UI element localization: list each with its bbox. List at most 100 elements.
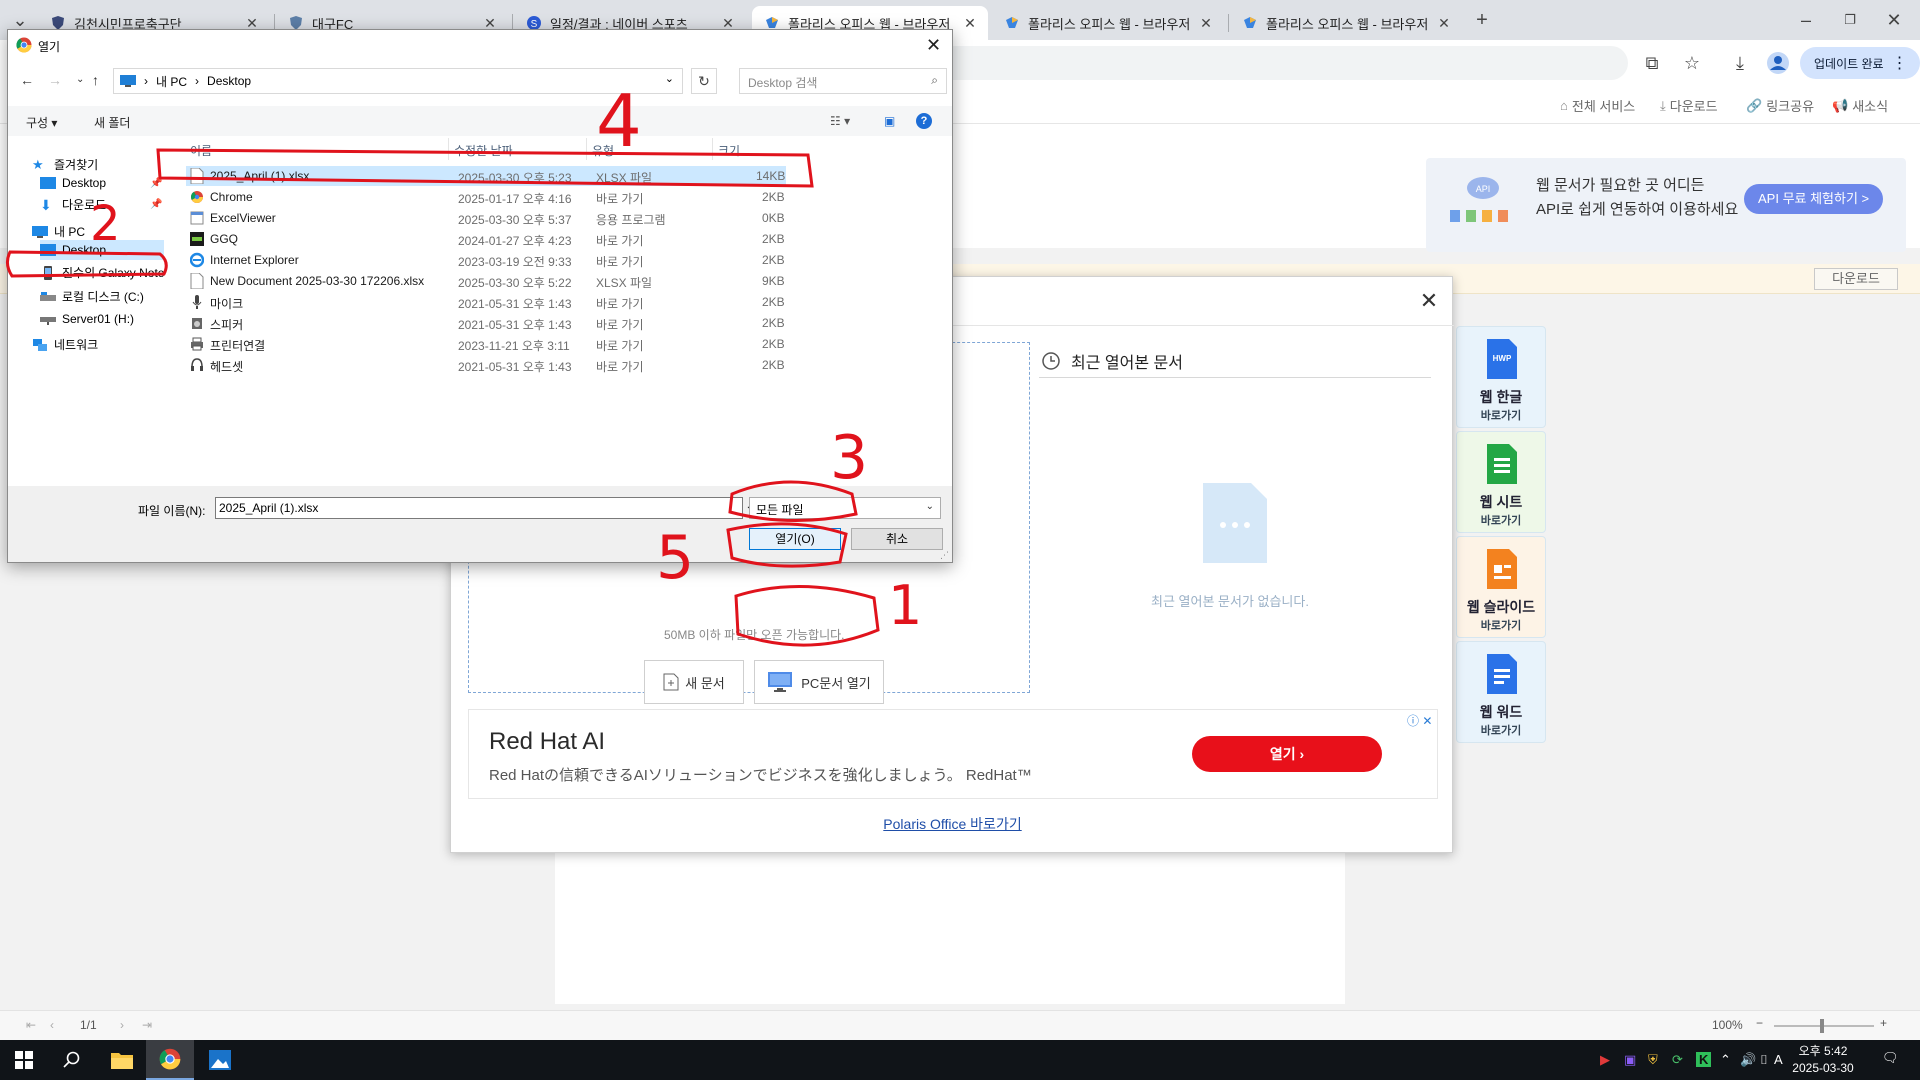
polaris-office-link[interactable]: Polaris Office 바로가기 xyxy=(451,814,1454,834)
nav-local-disk-c[interactable]: 로컬 디스크 (C:) xyxy=(40,288,144,305)
folder-search-input[interactable]: Desktop 검색 ⌕ xyxy=(739,68,947,94)
column-name[interactable]: 이름 xyxy=(190,142,212,159)
organize-button[interactable]: 구성 ▾ xyxy=(26,114,57,131)
app-card-web-slide[interactable]: 웹 슬라이드 바로가기 xyxy=(1456,536,1546,638)
nav-desktop-quick[interactable]: Desktop 📌 xyxy=(40,176,162,190)
tray-app-icon[interactable]: ▣ xyxy=(1624,1052,1636,1068)
breadcrumb-desktop[interactable]: Desktop xyxy=(207,74,251,88)
preview-pane-icon[interactable]: ▣ xyxy=(884,114,895,128)
file-row-internet-explorer[interactable]: Internet Explorer 2023-03-19 오전 9:33 바로 … xyxy=(186,250,786,270)
file-row-ggq[interactable]: GGQ 2024-01-27 오후 4:23 바로 가기 2KB xyxy=(186,229,786,249)
tray-k-icon[interactable]: K xyxy=(1696,1052,1712,1067)
column-separator[interactable] xyxy=(586,138,587,160)
open-pc-document-button[interactable]: PC문서 열기 xyxy=(754,660,884,704)
app-card-web-sheet[interactable]: 웹 시트 바로가기 xyxy=(1456,431,1546,533)
zoom-slider-thumb[interactable] xyxy=(1820,1019,1824,1033)
cancel-button[interactable]: 취소 xyxy=(851,528,943,550)
update-complete-button[interactable]: 업데이트 완료 ⋮ xyxy=(1800,47,1920,79)
ime-indicator[interactable]: A xyxy=(1774,1052,1783,1067)
new-tab-plus-icon[interactable]: + xyxy=(1470,8,1494,32)
volume-icon[interactable]: 🔊 xyxy=(1740,1052,1756,1068)
notification-icon[interactable]: 🗨 xyxy=(1882,1050,1899,1066)
column-type[interactable]: 유형 xyxy=(592,142,614,159)
next-page-icon[interactable]: › xyxy=(120,1018,124,1032)
nav-desktop-selected[interactable]: Desktop xyxy=(40,240,164,260)
file-type-select[interactable]: 모든 파일 ⌄ xyxy=(749,497,941,519)
column-separator[interactable] xyxy=(712,138,713,160)
modal-close-icon[interactable]: ✕ xyxy=(1419,290,1439,312)
install-app-icon[interactable]: ⧉ xyxy=(1640,51,1664,75)
photos-taskbar-button[interactable] xyxy=(196,1040,244,1080)
file-row-chrome[interactable]: Chrome 2025-01-17 오후 4:16 바로 가기 2KB xyxy=(186,187,786,207)
ad-open-button[interactable]: 열기 › xyxy=(1192,736,1382,772)
dialog-close-icon[interactable]: ✕ xyxy=(926,35,941,56)
tray-chevron-icon[interactable]: ⌃ xyxy=(1720,1052,1731,1068)
first-page-icon[interactable]: ⇤ xyxy=(26,1018,36,1032)
view-options-icon[interactable]: ☷ ▾ xyxy=(830,114,850,128)
tab-5[interactable]: 폴라리스 오피스 웹 - 브라우저 ✕ xyxy=(992,6,1224,40)
column-date-modified[interactable]: 수정한 날짜 xyxy=(454,142,513,159)
tray-shield-icon[interactable]: ⛨ xyxy=(1648,1052,1658,1068)
app-card-web-hangul[interactable]: HWP 웹 한글 바로가기 xyxy=(1456,326,1546,428)
link-share-link[interactable]: 🔗 링크공유 xyxy=(1746,96,1814,115)
nav-downloads[interactable]: ⬇ 다운로드 📌 xyxy=(40,196,162,213)
download-button[interactable]: 다운로드 xyxy=(1814,268,1898,290)
resize-grip-icon[interactable]: ⋰ xyxy=(940,550,949,561)
nav-server01-h[interactable]: Server01 (H:) xyxy=(40,312,134,326)
new-document-button[interactable]: 새 문서 xyxy=(644,660,744,704)
forward-arrow-icon[interactable]: → xyxy=(48,72,62,88)
zoom-slider[interactable] xyxy=(1774,1025,1874,1027)
file-row-excelviewer[interactable]: ExcelViewer 2025-03-30 오후 5:37 응용 프로그램 0… xyxy=(186,208,786,228)
tab-close-icon[interactable]: ✕ xyxy=(1436,15,1452,31)
nav-galaxy-note[interactable]: 진수의 Galaxy Note xyxy=(40,264,164,281)
tray-red-app-icon[interactable]: ▶ xyxy=(1600,1052,1610,1068)
api-free-trial-button[interactable]: API 무료 체험하기 > xyxy=(1744,184,1884,214)
column-separator[interactable] xyxy=(448,138,449,160)
tray-sync-icon[interactable]: ⟳ xyxy=(1672,1052,1683,1068)
new-folder-button[interactable]: 새 폴더 xyxy=(94,114,130,131)
restore-icon[interactable]: ❐ xyxy=(1838,8,1862,32)
clock[interactable]: 오후 5:42 2025-03-30 xyxy=(1788,1043,1858,1077)
tab-close-icon[interactable]: ✕ xyxy=(962,15,978,31)
help-icon[interactable]: ? xyxy=(916,113,932,129)
prev-page-icon[interactable]: ‹ xyxy=(50,1018,54,1032)
file-explorer-button[interactable] xyxy=(98,1040,146,1080)
filename-input[interactable]: 2025_April (1).xlsx ⌄ xyxy=(215,497,754,519)
breadcrumb-my-pc[interactable]: 내 PC xyxy=(156,73,187,90)
news-link[interactable]: 📢 새소식 xyxy=(1832,96,1888,115)
up-arrow-icon[interactable]: ↑ xyxy=(92,72,99,88)
chrome-taskbar-button[interactable] xyxy=(146,1040,194,1080)
bookmark-star-icon[interactable]: ☆ xyxy=(1680,51,1704,75)
zoom-in-icon[interactable]: + xyxy=(1880,1016,1887,1030)
address-dropdown-icon[interactable]: ⌄ xyxy=(665,72,674,85)
address-path[interactable]: › 내 PC › Desktop ⌄ xyxy=(113,68,683,94)
search-button[interactable] xyxy=(48,1040,96,1080)
minimize-icon[interactable]: – xyxy=(1794,8,1818,32)
column-size[interactable]: 크기 xyxy=(718,142,740,159)
file-row-microphone[interactable]: 마이크 2021-05-31 오후 1:43 바로 가기 2KB xyxy=(186,292,786,312)
api-banner[interactable]: API 웹 문서가 필요한 곳 어디든 API로 쉽게 연동하여 이용하세요 A… xyxy=(1426,158,1906,252)
downloads-icon[interactable]: ⤓ xyxy=(1728,51,1752,75)
profile-icon[interactable] xyxy=(1766,51,1790,75)
app-card-web-word[interactable]: 웹 워드 바로가기 xyxy=(1456,641,1546,743)
open-button[interactable]: 열기(O) xyxy=(749,528,841,550)
all-services-link[interactable]: ⌂ 전체 서비스 xyxy=(1560,96,1635,115)
file-row-new-document[interactable]: New Document 2025-03-30 172206.xlsx 2025… xyxy=(186,271,786,291)
back-arrow-icon[interactable]: ← xyxy=(20,72,34,88)
recent-locations-chevron-icon[interactable]: ⌄ xyxy=(76,74,84,85)
zoom-out-icon[interactable]: − xyxy=(1756,1016,1763,1030)
nav-quick-access[interactable]: ★ 즐겨찾기 xyxy=(32,156,98,173)
file-row-printer[interactable]: 프린터연결 2023-11-21 오후 3:11 바로 가기 2KB xyxy=(186,334,786,354)
advertisement-box[interactable]: ⓘ ✕ Red Hat AI Red Hatの信頼できるAIソリューションでビジ… xyxy=(468,709,1438,799)
file-row-2025-april[interactable]: 2025_April (1).xlsx 2025-03-30 오후 5:23 X… xyxy=(186,166,786,186)
download-link[interactable]: ⤓ 다운로드 xyxy=(1660,96,1718,115)
ad-info-close[interactable]: ⓘ ✕ xyxy=(1407,712,1432,729)
start-button[interactable] xyxy=(0,1040,48,1080)
last-page-icon[interactable]: ⇥ xyxy=(142,1018,152,1032)
network-icon[interactable]: ⌷ xyxy=(1760,1052,1768,1068)
nav-network[interactable]: 네트워크 xyxy=(32,336,98,353)
file-row-speaker[interactable]: 스피커 2021-05-31 오후 1:43 바로 가기 2KB xyxy=(186,313,786,333)
nav-my-pc[interactable]: 내 PC xyxy=(32,223,85,240)
tab-6[interactable]: 폴라리스 오피스 웹 - 브라우저 ✕ xyxy=(1230,6,1462,40)
window-close-icon[interactable]: ✕ xyxy=(1882,8,1906,32)
